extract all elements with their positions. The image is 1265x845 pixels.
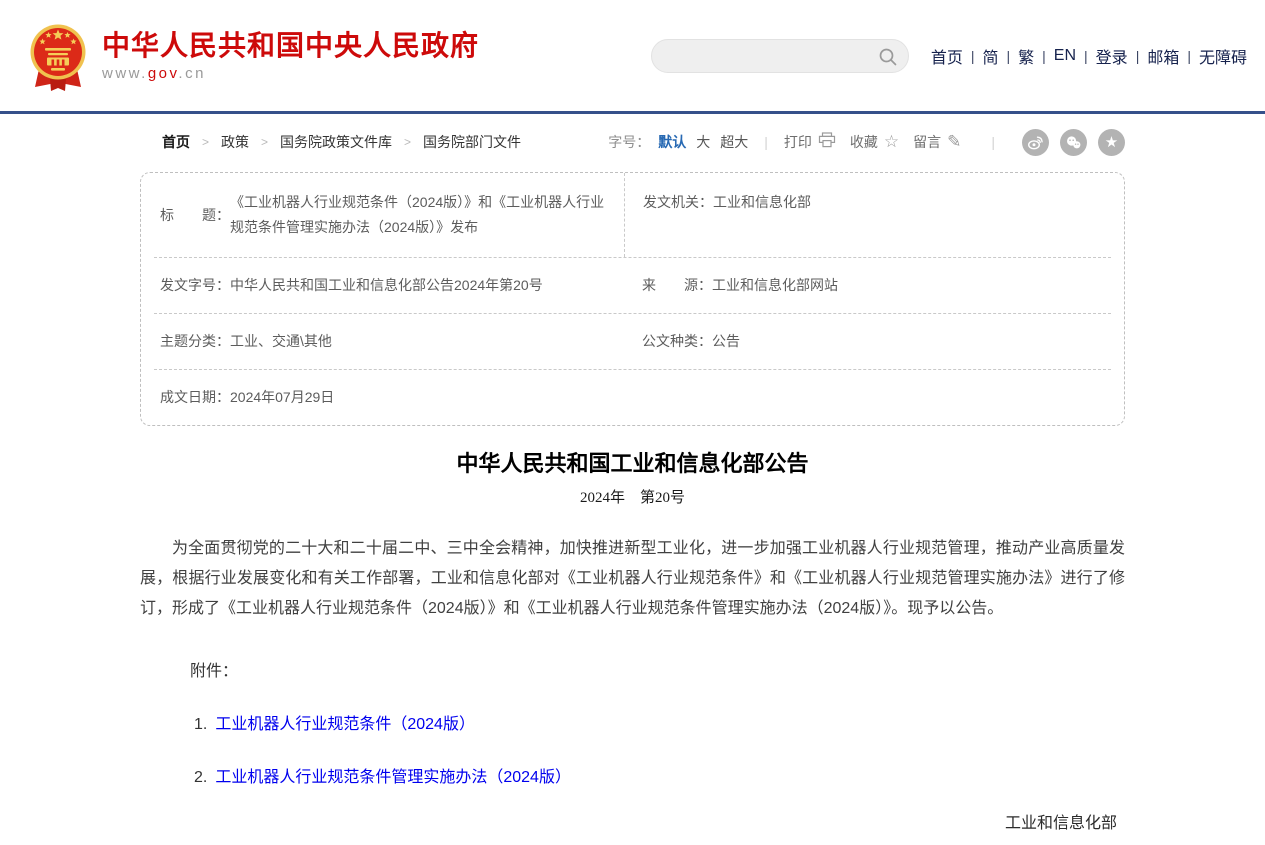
nav-simplified[interactable]: 简 [982,44,998,68]
national-emblem-logo [28,23,88,93]
breadcrumb-separator: > [261,135,268,149]
nav-separator: | [1007,48,1011,64]
signature-block: 工业和信息化部 2024年7月29日 [140,815,1125,845]
attachment-link-1[interactable]: 工业机器人行业规范条件（2024版） [215,716,475,733]
pencil-icon: ✎ [947,132,961,152]
breadcrumb-separator: > [202,135,209,149]
site-header: 中华人民共和国中央人民政府 www.gov.cn 首页 | 简 | 繁 | EN… [0,0,1265,111]
site-title-block: 中华人民共和国中央人民政府 www.gov.cn [102,30,479,82]
meta-number-label: 发文字号： [160,273,230,298]
document-meta-table: 标 题： 《工业机器人行业规范条件（2024版）》和《工业机器人行业规范条件管理… [140,172,1125,426]
meta-kind-value: 公告 [712,329,1101,354]
site-url: www.gov.cn [102,65,479,82]
breadcrumb-dept-documents[interactable]: 国务院部门文件 [423,132,521,152]
meta-title-label: 标 题： [160,203,230,228]
favorite-button[interactable]: 收藏 ☆ [850,132,899,152]
main-content: 首页 > 政策 > 国务院政策文件库 > 国务院部门文件 字号： 默认 大 超大… [140,118,1125,845]
breadcrumb: 首页 > 政策 > 国务院政策文件库 > 国务院部门文件 [140,132,521,152]
nav-english[interactable]: EN [1054,47,1076,65]
meta-date-label: 成文日期： [160,385,230,410]
article-toolbar: 字号： 默认 大 超大 | 打印 收藏 ☆ 留言 [608,129,1125,156]
meta-topic-label: 主题分类： [160,329,230,354]
nav-traditional[interactable]: 繁 [1018,44,1034,68]
search-box[interactable] [651,39,909,73]
meta-row-topic-kind: 主题分类： 工业、交通\其他 公文种类： 公告 [154,314,1111,370]
attachment-item: 1. 工业机器人行业规范条件（2024版） [140,710,1125,734]
meta-cell-topic: 主题分类： 工业、交通\其他 [154,314,624,369]
meta-topic-value: 工业、交通\其他 [230,329,614,354]
nav-mail[interactable]: 邮箱 [1147,44,1179,68]
meta-cell-date: 成文日期： 2024年07月29日 [154,370,624,425]
search-input[interactable] [666,40,876,72]
meta-cell-kind: 公文种类： 公告 [624,314,1111,369]
comment-label: 留言 [913,132,941,152]
site-url-cn: .cn [178,65,206,82]
meta-cell-title: 标 题： 《工业机器人行业规范条件（2024版）》和《工业机器人行业规范条件管理… [154,173,624,257]
toolbar-separator: | [991,134,995,150]
print-button[interactable]: 打印 [784,132,836,153]
meta-kind-label: 公文种类： [642,329,712,354]
comment-button[interactable]: 留言 ✎ [913,132,961,152]
site-title: 中华人民共和国中央人民政府 [102,30,479,62]
attachments-label: 附件： [140,657,1125,681]
breadcrumb-separator: > [404,135,411,149]
meta-cell-agency: 发文机关： 工业和信息化部 [624,173,1111,257]
printer-icon [818,132,836,153]
document-subtitle: 2024年 第20号 [140,486,1125,507]
meta-row-number-source: 发文字号： 中华人民共和国工业和信息化部公告2024年第20号 来 源： 工业和… [154,258,1111,314]
search-icon[interactable] [878,47,898,72]
share-favorite-star-icon[interactable]: ★ [1098,129,1125,156]
font-size-xlarge-button[interactable]: 超大 [720,132,748,152]
document-title: 中华人民共和国工业和信息化部公告 [140,450,1125,478]
star-icon: ☆ [884,132,899,152]
breadcrumb-policy[interactable]: 政策 [221,132,249,152]
breadcrumb-policy-library[interactable]: 国务院政策文件库 [280,132,392,152]
meta-date-value: 2024年07月29日 [230,385,614,410]
nav-separator: | [1187,48,1191,64]
meta-source-value: 工业和信息化部网站 [712,273,1101,298]
nav-accessibility[interactable]: 无障碍 [1199,44,1247,68]
site-url-www: www. [102,65,148,82]
meta-row-title: 标 题： 《工业机器人行业规范条件（2024版）》和《工业机器人行业规范条件管理… [154,173,1111,258]
nav-home[interactable]: 首页 [931,44,963,68]
meta-source-label: 来 源： [642,273,712,298]
header-brand: 中华人民共和国中央人民政府 www.gov.cn [28,19,479,93]
meta-agency-value: 工业和信息化部 [713,190,1101,240]
header-divider [0,111,1265,114]
document-paragraph: 为全面贯彻党的二十大和二十届二中、三中全会精神，加快推进新型工业化，进一步加强工… [140,534,1125,624]
nav-separator: | [1084,48,1088,64]
nav-separator: | [971,48,975,64]
top-nav: 首页 | 简 | 繁 | EN | 登录 | 邮箱 | 无障碍 [931,44,1247,68]
site-url-gov: gov [148,65,179,82]
meta-number-value: 中华人民共和国工业和信息化部公告2024年第20号 [230,273,614,298]
favorite-label: 收藏 [850,132,878,152]
meta-row-date: 成文日期： 2024年07月29日 [154,370,1111,425]
meta-cell-number: 发文字号： 中华人民共和国工业和信息化部公告2024年第20号 [154,258,624,313]
font-size-large-button[interactable]: 大 [696,132,710,152]
toolbar-separator: | [764,134,768,150]
nav-login[interactable]: 登录 [1096,44,1128,68]
attachment-number: 1. [194,716,207,733]
breadcrumb-home[interactable]: 首页 [162,132,190,152]
share-weibo-icon[interactable] [1022,129,1049,156]
breadcrumb-toolbar-row: 首页 > 政策 > 国务院政策文件库 > 国务院部门文件 字号： 默认 大 超大… [140,118,1125,166]
font-size-default-button[interactable]: 默认 [658,132,686,152]
attachment-item: 2. 工业机器人行业规范条件管理实施办法（2024版） [140,763,1125,787]
attachment-number: 2. [194,769,207,786]
nav-separator: | [1042,48,1046,64]
header-right: 首页 | 简 | 繁 | EN | 登录 | 邮箱 | 无障碍 [651,39,1247,73]
font-size-label: 字号： [608,132,650,152]
print-label: 打印 [784,132,812,152]
nav-separator: | [1136,48,1140,64]
attachment-link-2[interactable]: 工业机器人行业规范条件管理实施办法（2024版） [215,769,571,786]
document-article: 中华人民共和国工业和信息化部公告 2024年 第20号 为全面贯彻党的二十大和二… [140,426,1125,845]
meta-title-value: 《工业机器人行业规范条件（2024版）》和《工业机器人行业规范条件管理实施办法（… [230,190,614,240]
share-wechat-icon[interactable] [1060,129,1087,156]
meta-agency-label: 发文机关： [643,190,713,240]
signer-name: 工业和信息化部 [140,815,1117,833]
meta-cell-source: 来 源： 工业和信息化部网站 [624,258,1111,313]
